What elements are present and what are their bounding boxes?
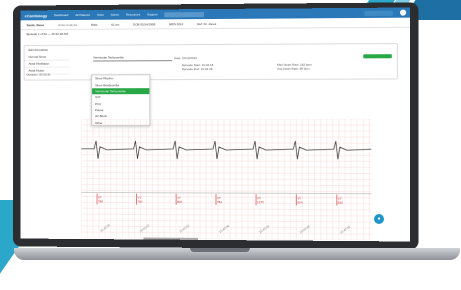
nav-dashboard[interactable]: Dashboard [54, 13, 68, 17]
avatar[interactable] [400, 10, 406, 16]
ecg-grid [81, 119, 371, 240]
nav-spacer [211, 13, 357, 14]
nav-support[interactable]: Support [147, 12, 157, 16]
ecg-gridline [81, 190, 371, 191]
rr-interval: 780 [98, 199, 103, 203]
ecg-gridline [81, 214, 371, 216]
chat-button[interactable]: ● [374, 214, 384, 224]
ecg-trace [81, 141, 371, 160]
rr-interval: 782 [217, 200, 222, 204]
duration: Duration: 00:00:31 [27, 73, 51, 77]
horizontal-scrollbar[interactable] [143, 237, 198, 239]
patient-field: 62 yrs [111, 22, 119, 26]
nav-tests[interactable]: Tests [97, 13, 104, 17]
ecg-gridline [81, 220, 371, 222]
patient-field: Ref: Dr. Jones [197, 21, 216, 25]
time-tick-label: 10:42:26 [218, 224, 230, 234]
marker-baseline [81, 192, 371, 193]
ecg-gridline [81, 232, 371, 234]
patient-field: MRN 0012 [169, 22, 183, 26]
ecg-gridline [81, 173, 371, 174]
rr-interval: 1275 [257, 200, 264, 204]
rr-interval: 800 [177, 200, 182, 204]
chat-icon: ● [377, 216, 380, 222]
ecg-gridline [81, 167, 371, 168]
rr-interval: 824 [297, 200, 302, 204]
laptop-screen: eCardiology Dashboard All Patients Tests… [21, 8, 411, 242]
rr-interval: 820 [338, 201, 343, 205]
ecg-gridline [81, 179, 371, 180]
laptop-notch [190, 248, 250, 252]
ecg-gridline [81, 184, 371, 185]
patient-name: Smith, Steve [27, 23, 45, 27]
app-logo[interactable]: eCardiology [25, 13, 48, 18]
time-tick-label: 10:42:30 [299, 224, 311, 234]
avg-hr: Avg Heart Rate: 98 bpm [277, 67, 309, 71]
breadcrumb: Episode 1 of 52 — 10:42:18 AM [21, 28, 411, 38]
patient-field: Male [91, 22, 97, 26]
patient-subtitle: Holter Analysis [58, 22, 77, 26]
patient-field: DOB 05/14/1958 [133, 22, 155, 26]
date-label: Date: 10/12/2016 [174, 56, 197, 60]
user-menu[interactable] [364, 10, 393, 15]
nav-patients[interactable]: All Patients [75, 13, 90, 17]
ecg-gridline [81, 196, 371, 197]
ecg-gridline [81, 202, 371, 203]
rr-interval: 782 [137, 200, 142, 204]
ecg-gridline [81, 208, 371, 210]
nav-admin[interactable]: Admin [111, 13, 119, 17]
episode-end: Episode End: 10:42:49 [182, 67, 212, 71]
search-input[interactable] [164, 12, 204, 17]
ecg-gridline [81, 155, 371, 156]
rhythm-select[interactable]: Ventricular Tachycardia [93, 55, 172, 61]
ecg-gridline [81, 161, 371, 162]
panel-title: Edit Annotation [25, 44, 397, 54]
ecg-beat-markers: VT780VT782VT800VT782VT1275VT824VT82010:4… [81, 192, 371, 235]
nav-resources[interactable]: Resources [126, 13, 140, 17]
ecg-strip[interactable]: VT780VT782VT800VT782VT1275VT824VT82010:4… [81, 119, 371, 240]
time-tick-label: 10:42:20 [99, 223, 111, 233]
time-tick-label: 10:42:24 [178, 223, 190, 233]
save-button[interactable] [363, 54, 392, 58]
annotation-panel: Edit Annotation Normal Sinus Atrial Fibr… [24, 43, 398, 81]
time-tick-label: 10:42:32 [339, 225, 351, 235]
